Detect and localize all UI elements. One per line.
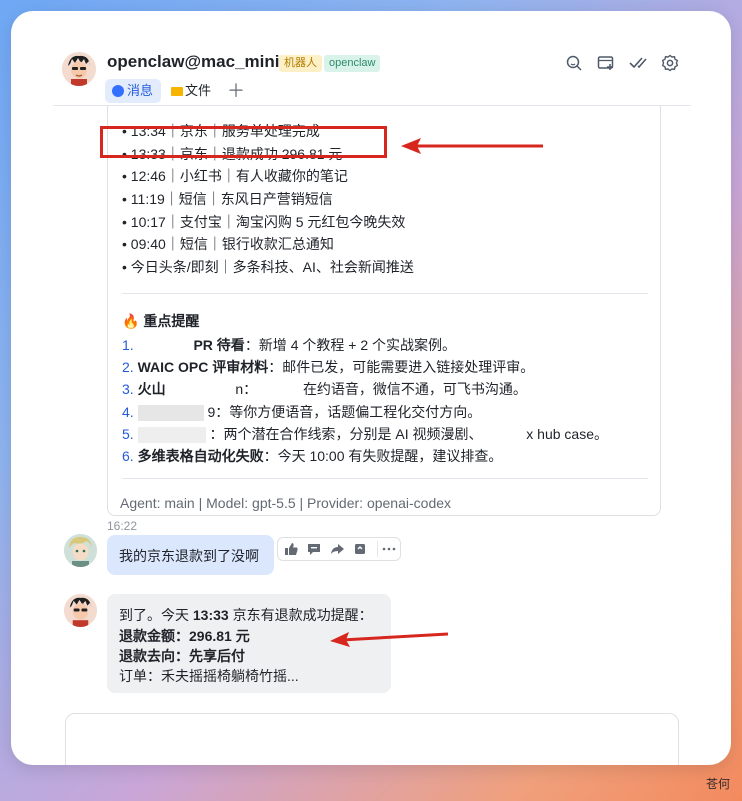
redacted-mask [137, 405, 204, 422]
item-title: PR 待看 [193, 337, 245, 353]
user-message-text: 我的京东退款到了没啊 [119, 548, 259, 564]
forward-icon[interactable] [329, 541, 345, 557]
item-text: ：邮件已发，可能需要进入链接处理评审。 [268, 359, 535, 375]
list-item: • 11:19｜短信｜东风日产营销短信 [122, 191, 333, 207]
annotation-arrow [401, 138, 543, 154]
add-tab-icon[interactable] [596, 53, 616, 73]
item-title: 多维表格自动化失败 [137, 448, 264, 464]
item-number: 6. [122, 448, 134, 464]
bot-line-text: 到了。今天 [119, 607, 193, 623]
redacted-mask [137, 427, 206, 444]
item-mid: ： [209, 426, 224, 442]
item-number: 4. [122, 404, 134, 420]
message-icon [112, 85, 124, 97]
message-timestamp: 16:22 [107, 519, 138, 533]
reminder-item: 1. PR 待看：新增 4 个教程 + 2 个实战案例。 [122, 335, 456, 355]
tab-messages[interactable]: 消息 [105, 79, 162, 103]
tab-messages-label: 消息 [127, 83, 154, 98]
list-item: • 12:46｜小红书｜有人收藏你的笔记 [122, 168, 348, 184]
tab-files-label: 文件 [185, 83, 212, 98]
redacted-mask [169, 382, 232, 399]
openclaw-badge: openclaw [324, 55, 381, 72]
bot-line-bold: 13:33 [192, 607, 229, 623]
section-title: 重点提醒 [143, 313, 200, 329]
bot-avatar[interactable] [64, 594, 97, 627]
item-mid: 9： [207, 404, 230, 420]
reminder-item: 6. 多维表格自动化失败：今天 10:00 有失败提醒，建议排查。 [122, 446, 502, 466]
card-divider [122, 293, 648, 294]
item-text: ：新增 4 个教程 + 2 个实战案例。 [244, 337, 457, 353]
more-icon[interactable] [377, 541, 399, 557]
section-heading: 🔥 重点提醒 [122, 311, 199, 331]
user-message-bubble[interactable]: 我的京东退款到了没啊 [107, 535, 274, 575]
summary-card: • 13:34｜京东｜服务单处理完成 • 13:33｜京东｜退款成功 296.8… [107, 106, 661, 516]
item-number: 1. [122, 337, 134, 353]
redacted-mask [137, 338, 190, 355]
search-icon[interactable] [564, 53, 584, 73]
folder-icon [171, 87, 183, 96]
chat-title: openclaw@mac_mini [107, 52, 280, 71]
plus-icon: ＋ [227, 81, 245, 101]
bot-line: 到了。今天 13:33 京东有退款成功提醒： [119, 605, 373, 625]
item-text: 两个潜在合作线索，分别是 AI 视频漫剧、 [223, 426, 483, 442]
item-title: 火山 [137, 381, 166, 397]
item-text: 在约语音，微信不通，可飞书沟通。 [302, 381, 527, 397]
fire-icon: 🔥 [122, 313, 140, 329]
item-tail: x hub case。 [526, 426, 608, 442]
annotation-arrow [330, 632, 449, 647]
reminder-item: 3. 火山 n： 在约语音，微信不通，可飞书沟通。 [122, 379, 527, 399]
tab-files[interactable]: 文件 [163, 79, 219, 103]
bot-badge: 机器人 [279, 55, 322, 72]
comment-icon[interactable] [306, 541, 322, 557]
item-text: ：今天 10:00 有失败提醒，建议排查。 [263, 448, 503, 464]
add-tab-button[interactable]: ＋ [221, 79, 251, 103]
redacted-mask [486, 427, 523, 444]
check-done-icon[interactable] [628, 53, 648, 73]
card-divider [122, 478, 648, 479]
item-text: 等你方便语音，话题偏工程化交付方向。 [229, 404, 482, 420]
bot-avatar[interactable] [62, 52, 96, 86]
chat-header: openclaw@mac_mini 机器人 openclaw 消息 文件 ＋ [11, 11, 731, 106]
agent-meta: Agent: main | Model: gpt-5.5 | Provider:… [120, 495, 452, 511]
list-item: • 今日头条/即刻｜多条科技、AI、社会新闻推送 [122, 259, 414, 275]
order-line: 订单：禾夫摇摇椅躺椅竹摇... [119, 668, 299, 684]
annotation-box [100, 126, 387, 158]
chat-window: openclaw@mac_mini 机器人 openclaw 消息 文件 ＋ •… [11, 11, 731, 765]
item-number: 3. [122, 381, 134, 397]
item-number: 5. [122, 426, 134, 442]
user-avatar[interactable] [64, 534, 97, 567]
refund-destination: 退款去向：先享后付 [119, 648, 245, 664]
bot-line-text: 京东有退款成功提醒： [228, 607, 373, 623]
list-item: • 10:17｜支付宝｜淘宝闪购 5 元红包今晚失效 [122, 214, 406, 230]
gear-icon[interactable] [660, 53, 680, 73]
message-input[interactable] [65, 713, 679, 765]
list-item: • 09:40｜短信｜银行收款汇总通知 [122, 236, 334, 252]
item-number: 2. [122, 359, 134, 375]
reminder-item: 4. 9：等你方便语音，话题偏工程化交付方向。 [122, 402, 481, 422]
reminder-item: 2. WAIC OPC 评审材料：邮件已发，可能需要进入链接处理评审。 [122, 357, 534, 377]
thumbs-up-icon[interactable] [283, 541, 299, 557]
pin-icon[interactable] [352, 541, 368, 557]
redacted-mask [261, 382, 300, 399]
watermark: 苍何 [706, 777, 731, 791]
reminder-item: 5. ：两个潜在合作线索，分别是 AI 视频漫剧、 x hub case。 [122, 424, 608, 444]
item-mid: n： [235, 381, 258, 397]
message-actions-toolbar [277, 537, 401, 561]
refund-amount: 退款金额：296.81 元 [119, 628, 250, 644]
item-title: WAIC OPC 评审材料 [137, 359, 269, 375]
